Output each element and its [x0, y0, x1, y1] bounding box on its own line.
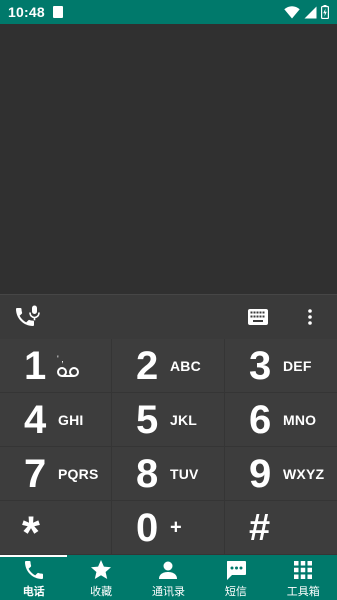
key-digit: 0: [136, 505, 159, 550]
star-icon: [91, 560, 112, 579]
wifi-icon: [284, 5, 300, 18]
voicemail-icon: ' ,: [57, 354, 79, 377]
keyboard-button[interactable]: [246, 307, 270, 327]
nav-label: 电话: [22, 586, 45, 598]
nav-tab-favorites[interactable]: 收藏: [67, 555, 134, 600]
keyboard-icon: [248, 309, 268, 325]
key-digit: 1: [24, 343, 47, 388]
dialpad-key-3[interactable]: 3 DEF: [225, 339, 337, 393]
grid-icon: [294, 561, 313, 579]
dialpad-action-row: [0, 294, 337, 339]
status-time: 10:48: [8, 4, 45, 20]
status-icons: [284, 5, 329, 19]
dialpad-key-4[interactable]: 4 GHI: [0, 393, 112, 447]
nav-label: 收藏: [90, 586, 113, 598]
key-digit: #: [249, 506, 271, 549]
dialpad-key-0[interactable]: 0 +: [112, 501, 225, 555]
nav-tab-contacts[interactable]: 通讯录: [135, 555, 202, 600]
active-tab-indicator: [0, 555, 67, 557]
phone-wifi-icon: [16, 305, 40, 326]
nav-label: 通讯录: [151, 586, 185, 598]
dialpad-key-star[interactable]: *: [0, 501, 112, 555]
sms-icon: [226, 561, 246, 580]
dialpad-key-2[interactable]: 2 ABC: [112, 339, 225, 393]
key-letters: TUV: [170, 465, 199, 482]
notification-icon: [52, 6, 63, 18]
nav-label: 工具箱: [286, 586, 320, 598]
dialpad-key-hash[interactable]: #: [225, 501, 337, 555]
signal-icon: [304, 6, 317, 18]
key-letters: +: [170, 516, 182, 538]
nav-tab-toolbox[interactable]: 工具箱: [270, 555, 337, 600]
nav-tab-phone[interactable]: 电话: [0, 555, 67, 600]
more-options-button[interactable]: [302, 305, 318, 329]
nav-tab-sms[interactable]: 短信: [202, 555, 269, 600]
battery-icon: [321, 5, 329, 19]
dialpad-key-8[interactable]: 8 TUV: [112, 447, 225, 501]
key-digit: 2: [136, 343, 159, 388]
key-letters: GHI: [58, 411, 84, 428]
key-letters: MNO: [283, 411, 317, 428]
dialpad-key-9[interactable]: 9 WXYZ: [225, 447, 337, 501]
phone-icon: [24, 561, 43, 579]
key-digit: 4: [24, 397, 47, 442]
key-digit: 6: [249, 397, 272, 442]
dialed-number-display: [0, 24, 337, 294]
more-vert-icon: [308, 309, 312, 325]
key-digit: 8: [136, 451, 159, 496]
key-digit: *: [22, 506, 40, 559]
nav-label: 短信: [224, 586, 247, 598]
key-letters: DEF: [283, 357, 312, 374]
dialpad: 1 ' , 2 ABC 3 DEF 4 GHI 5 JKL 6 MNO 7 PQ…: [0, 339, 337, 555]
key-letters: JKL: [170, 411, 198, 428]
svg-text:' ,: ' ,: [57, 354, 64, 364]
key-digit: 9: [249, 451, 272, 496]
key-digit: 5: [136, 397, 159, 442]
key-letters: PQRS: [58, 465, 99, 482]
key-letters: ABC: [170, 357, 201, 374]
dialpad-key-6[interactable]: 6 MNO: [225, 393, 337, 447]
status-bar: 10:48: [0, 0, 337, 24]
person-icon: [159, 561, 178, 579]
dialpad-key-7[interactable]: 7 PQRS: [0, 447, 112, 501]
key-letters: WXYZ: [283, 465, 325, 482]
dialpad-key-1[interactable]: 1 ' ,: [0, 339, 112, 393]
key-digit: 7: [24, 451, 47, 496]
bottom-navigation: 电话 收藏 通讯录 短信 工具箱: [0, 555, 337, 600]
dialpad-key-5[interactable]: 5 JKL: [112, 393, 225, 447]
key-digit: 3: [249, 343, 272, 388]
wifi-call-button[interactable]: [12, 304, 42, 332]
